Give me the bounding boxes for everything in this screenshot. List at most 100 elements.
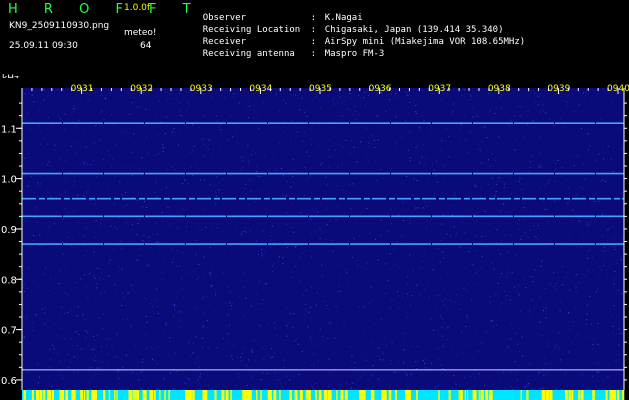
noise-speck — [360, 376, 362, 378]
noise-speck — [147, 222, 149, 224]
noise-speck — [231, 253, 233, 255]
noise-speck — [220, 168, 222, 169]
noise-speck — [266, 175, 268, 177]
noise-speck — [64, 206, 66, 208]
noise-speck — [43, 192, 45, 194]
noise-speck — [74, 108, 76, 110]
noise-speck — [344, 96, 346, 98]
noise-speck — [289, 284, 291, 286]
bottom-strip-marker — [592, 390, 595, 400]
noise-speck — [383, 175, 384, 177]
noise-speck — [344, 269, 346, 271]
noise-speck — [64, 191, 66, 193]
noise-speck — [326, 305, 328, 306]
noise-speck — [292, 159, 294, 161]
y-tick-label: 0.6 — [1, 376, 17, 387]
noise-speck — [302, 96, 304, 98]
noise-speck — [529, 313, 531, 315]
noise-speck — [365, 268, 367, 270]
noise-speck — [460, 308, 462, 310]
noise-speck — [424, 272, 426, 274]
noise-speck — [341, 115, 343, 117]
noise-speck — [511, 386, 513, 388]
noise-speck — [485, 246, 487, 248]
noise-speck — [157, 241, 159, 243]
noise-speck — [256, 170, 258, 172]
noise-speck — [581, 338, 583, 340]
noise-speck — [589, 223, 591, 225]
noise-speck — [450, 235, 452, 237]
noise-speck — [105, 98, 107, 100]
noise-speck — [468, 250, 470, 252]
noise-speck — [223, 97, 225, 99]
y-tick-label: 0.8 — [1, 275, 17, 286]
noise-speck — [544, 363, 546, 365]
noise-speck — [499, 97, 501, 99]
noise-speck — [476, 235, 478, 237]
noise-speck — [166, 325, 167, 327]
noise-speck — [137, 106, 139, 108]
noise-speck — [408, 112, 410, 114]
noise-speck — [193, 146, 195, 148]
noise-speck — [543, 199, 545, 201]
noise-speck — [577, 333, 579, 335]
noise-speck — [125, 222, 127, 224]
noise-speck — [126, 318, 128, 320]
noise-speck — [338, 206, 340, 208]
noise-speck — [577, 154, 579, 156]
noise-speck — [319, 238, 321, 240]
noise-speck — [419, 266, 421, 268]
noise-speck — [223, 337, 224, 339]
noise-speck — [144, 187, 146, 189]
noise-speck — [532, 281, 534, 283]
noise-speck — [216, 101, 218, 103]
noise-speck — [455, 106, 457, 108]
noise-speck — [351, 355, 353, 357]
noise-speck — [241, 161, 243, 162]
noise-speck — [248, 204, 250, 206]
noise-speck — [535, 237, 537, 239]
noise-speck — [442, 214, 444, 216]
noise-speck — [199, 373, 201, 375]
noise-speck — [205, 226, 207, 228]
noise-speck — [583, 164, 585, 166]
noise-speck — [475, 159, 477, 161]
noise-speck — [245, 227, 247, 229]
noise-speck — [96, 287, 98, 289]
noise-speck — [428, 186, 430, 188]
noise-speck — [208, 384, 210, 386]
noise-speck — [279, 111, 280, 113]
noise-speck — [236, 130, 237, 131]
noise-speck — [96, 306, 98, 308]
noise-speck — [245, 231, 247, 233]
noise-speck — [75, 246, 77, 248]
bottom-strip-marker — [74, 390, 76, 400]
bottom-strip-marker — [547, 390, 550, 400]
noise-speck — [475, 272, 477, 274]
noise-speck — [459, 385, 461, 387]
noise-speck — [51, 124, 53, 126]
noise-speck — [32, 239, 34, 241]
noise-speck — [90, 164, 92, 166]
noise-speck — [215, 188, 217, 190]
noise-speck — [77, 160, 79, 162]
noise-speck — [79, 146, 81, 148]
noise-speck — [118, 217, 120, 219]
noise-speck — [206, 327, 208, 329]
noise-speck — [162, 220, 164, 222]
noise-speck — [372, 135, 373, 137]
noise-speck — [600, 181, 602, 182]
noise-speck — [210, 269, 212, 271]
noise-speck — [53, 348, 55, 350]
bottom-strip-marker — [395, 390, 397, 400]
noise-speck — [248, 160, 250, 162]
noise-speck — [614, 271, 616, 272]
noise-speck — [440, 373, 442, 375]
noise-speck — [153, 230, 155, 232]
noise-speck — [344, 212, 346, 213]
noise-speck — [397, 290, 398, 292]
noise-speck — [243, 379, 245, 380]
noise-speck — [212, 157, 214, 158]
noise-speck — [489, 302, 491, 304]
noise-speck — [47, 226, 49, 228]
